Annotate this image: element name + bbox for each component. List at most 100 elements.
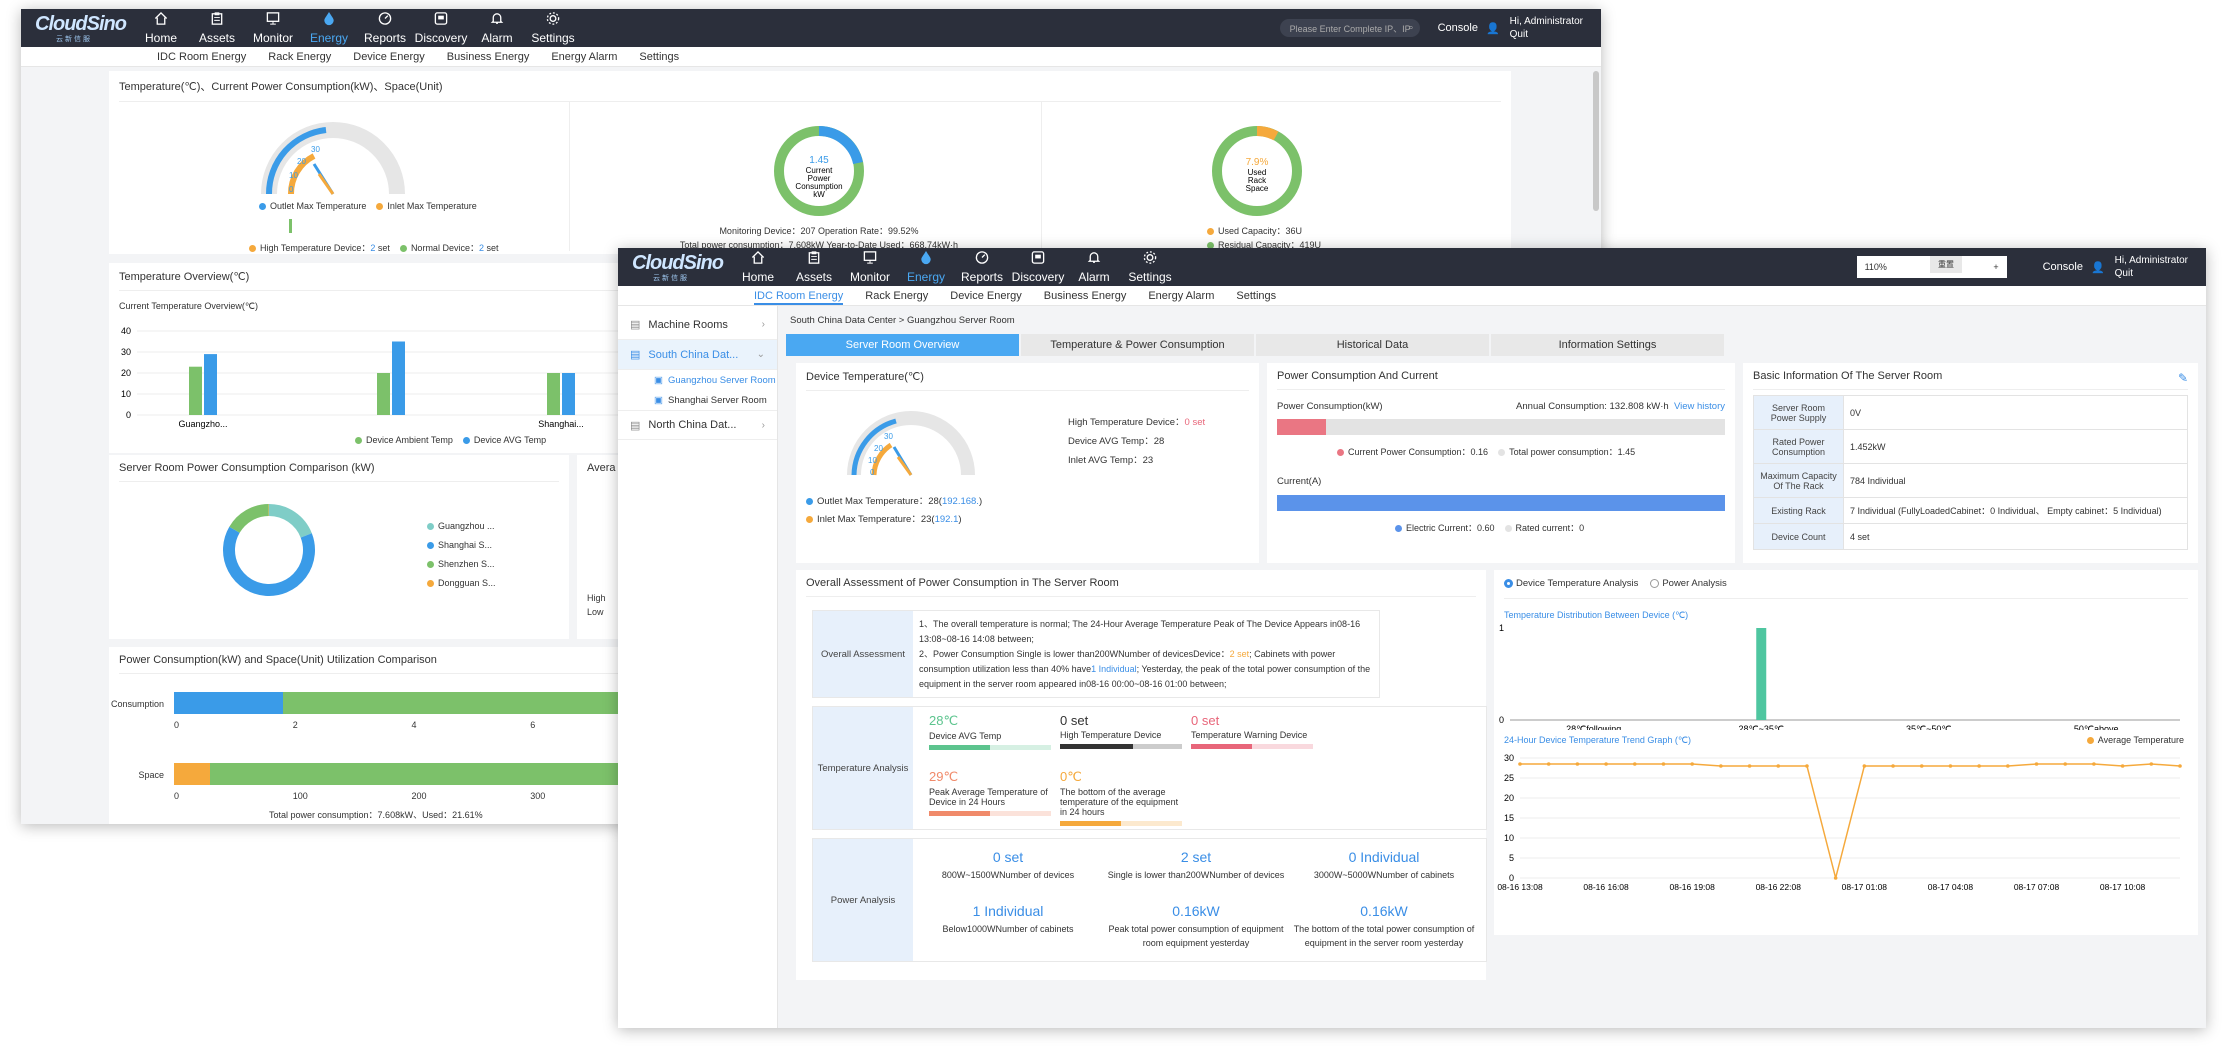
radio-device-temp[interactable]: Device Temperature Analysis (1504, 578, 1638, 589)
y-tick-label: 20 (121, 368, 131, 378)
sidebar-item-north-china[interactable]: ▤ North China Dat... › (618, 410, 777, 440)
subnav-rack-energy[interactable]: Rack Energy (865, 286, 928, 305)
x-category-label: 28℃following (1566, 724, 1621, 730)
svg-text:0: 0 (870, 468, 875, 477)
basic-info-row: Existing Rack 7 Individual (FullyLoadedCa… (1753, 497, 2188, 524)
nav-item-home[interactable]: Home (133, 9, 189, 47)
svg-text:kW: kW (813, 190, 825, 199)
subnav-device-energy[interactable]: Device Energy (950, 286, 1022, 305)
subnav-idc-room-energy[interactable]: IDC Room Energy (754, 286, 844, 305)
nav-item-alarm[interactable]: Alarm (1066, 248, 1122, 286)
top-nav: CloudSino 云新信服 Home Assets Monitor Energy Rep… (21, 9, 1601, 47)
legend-avg: Device AVG Temp (462, 435, 546, 445)
console-link[interactable]: Console (1438, 22, 1478, 34)
zoom-reset-button[interactable]: 重置 (1930, 256, 1962, 273)
quit-link[interactable]: Quit (2115, 267, 2188, 280)
sidebar-item-guangzhou[interactable]: ▣ Guangzhou Server Room (618, 370, 777, 390)
assessment-title: Overall Assessment of Power Consumption … (806, 577, 1119, 589)
power-analysis-item: 0.16kW The bottom of the total power cons… (1293, 903, 1475, 948)
svg-text:Space: Space (1246, 184, 1269, 193)
nav-item-discovery[interactable]: Discovery (1010, 248, 1066, 286)
current-label: Current(A) (1277, 476, 1322, 487)
tab-historical-data[interactable]: Historical Data (1256, 334, 1489, 356)
svg-text:30: 30 (884, 432, 893, 441)
subnav-settings[interactable]: Settings (1236, 286, 1276, 305)
power-analysis: Power Analysis 0 set 800W~1500WNumber of … (812, 838, 1487, 962)
temperature-gauge: 0 10 20 30 (261, 122, 405, 195)
trend-point (1833, 876, 1838, 880)
breadcrumb: South China Data Center > Guangzhou Serv… (790, 315, 1015, 326)
subnav-energy-alarm[interactable]: Energy Alarm (551, 47, 617, 66)
x-tick-label: 08-17 04:08 (1928, 882, 1974, 892)
sidebar-item-south-china[interactable]: ▤ South China Dat... ⌄ (618, 340, 777, 370)
x-tick-label: 300 (530, 791, 546, 801)
y-tick-label: 10 (121, 389, 131, 399)
view-history-link[interactable]: View history (1674, 401, 1725, 412)
nav-item-reports[interactable]: Reports (357, 9, 413, 47)
subnav-device-energy[interactable]: Device Energy (353, 47, 425, 66)
temp-analysis-item: 0 set High Temperature Device (1060, 713, 1182, 749)
tab-temperature-power-consumption[interactable]: Temperature & Power Consumption (1021, 334, 1254, 356)
subnav-idc-room-energy[interactable]: IDC Room Energy (157, 47, 246, 66)
trend-point (1747, 764, 1752, 768)
legend-dongguan: Dongguan S... (427, 574, 496, 593)
nav-item-monitor[interactable]: Monitor (842, 248, 898, 286)
basic-info-table: Server Room Power Supply 0V Rated Power Co… (1753, 395, 2188, 550)
monitoring-info: Monitoring Device：207 Operation Rate：99.… (719, 226, 919, 236)
zoom-in-button[interactable]: + (1993, 262, 1998, 272)
subnav-settings[interactable]: Settings (639, 47, 679, 66)
x-tick-label: 6 (530, 720, 536, 730)
x-category-label: 35℃~50℃ (1906, 724, 1952, 730)
y-tick-label: 10 (1504, 833, 1514, 843)
nav-item-settings[interactable]: Settings (1122, 248, 1178, 286)
trend-point (2034, 762, 2039, 766)
nav-item-alarm[interactable]: Alarm (469, 9, 525, 47)
comparison-title: Server Room Power Consumption Comparison… (119, 462, 375, 474)
legend-average-temp: Average Temperature (2086, 735, 2184, 745)
console-link[interactable]: Console (2043, 261, 2083, 273)
nav-item-energy[interactable]: Energy (301, 9, 357, 47)
sidebar-item-shanghai[interactable]: ▣ Shanghai Server Room (618, 390, 777, 410)
greeting: Hi, Administrator (2114, 255, 2188, 266)
sidebar-item-machine-rooms[interactable]: ▤ Machine Rooms › (618, 310, 777, 340)
temp-analysis-bar (1191, 744, 1313, 749)
trend-point (1891, 764, 1895, 768)
nav-item-settings[interactable]: Settings (525, 9, 581, 47)
trend-point (1632, 762, 1637, 766)
subnav-business-energy[interactable]: Business Energy (447, 47, 530, 66)
subnav-energy-alarm[interactable]: Energy Alarm (1148, 286, 1214, 305)
legend-used-capacity: Used Capacity：36U (1207, 224, 1321, 238)
nav-item-home[interactable]: Home (730, 248, 786, 286)
svg-text:7.9%: 7.9% (1246, 157, 1269, 168)
monitor-icon (862, 250, 878, 270)
distribution-chart: 0 1 28℃following 28℃~35℃ 35℃~50℃ 50℃above (1499, 623, 2180, 730)
temp-overview-card: Temperature Overview(℃) Current Temperat… (109, 263, 649, 453)
nav-item-discovery[interactable]: Discovery (413, 9, 469, 47)
edit-icon[interactable]: ✎ (2178, 371, 2188, 385)
monitor-icon (265, 11, 281, 31)
nav-item-assets[interactable]: Assets (786, 248, 842, 286)
tab-server-room-overview[interactable]: Server Room Overview (786, 334, 1019, 356)
scrollbar[interactable] (1593, 71, 1599, 211)
bar-device-avg-temp (562, 373, 575, 415)
tab-information-settings[interactable]: Information Settings (1491, 334, 1724, 356)
search-input[interactable]: Please Enter Complete IP、IP ⌕ (1279, 19, 1420, 37)
legend-electric-current: Electric Current：0.60 (1395, 521, 1495, 534)
search-icon[interactable]: ⌕ (1409, 22, 1414, 33)
y-tick-label: 25 (1504, 773, 1514, 783)
logo[interactable]: CloudSino 云新信服 (632, 253, 724, 282)
temp-analysis-bar (1060, 821, 1182, 826)
nav-item-assets[interactable]: Assets (189, 9, 245, 47)
nav-item-monitor[interactable]: Monitor (245, 9, 301, 47)
subnav-business-energy[interactable]: Business Energy (1044, 286, 1127, 305)
logo[interactable]: CloudSino 云新信服 (35, 14, 127, 43)
trend-point (1862, 764, 1867, 768)
quit-link[interactable]: Quit (1510, 28, 1583, 41)
nav-item-reports[interactable]: Reports (954, 248, 1010, 286)
nav-item-energy[interactable]: Energy (898, 248, 954, 286)
subnav-rack-energy[interactable]: Rack Energy (268, 47, 331, 66)
room-sidebar: ▤ Machine Rooms › ▤ South China Dat... ⌄ ▣ Gu… (618, 306, 778, 1028)
trend-point (2063, 762, 2068, 766)
radio-power-analysis[interactable]: Power Analysis (1650, 578, 1727, 589)
nav-menu: Home Assets Monitor Energy Reports Discovery A… (133, 9, 581, 47)
